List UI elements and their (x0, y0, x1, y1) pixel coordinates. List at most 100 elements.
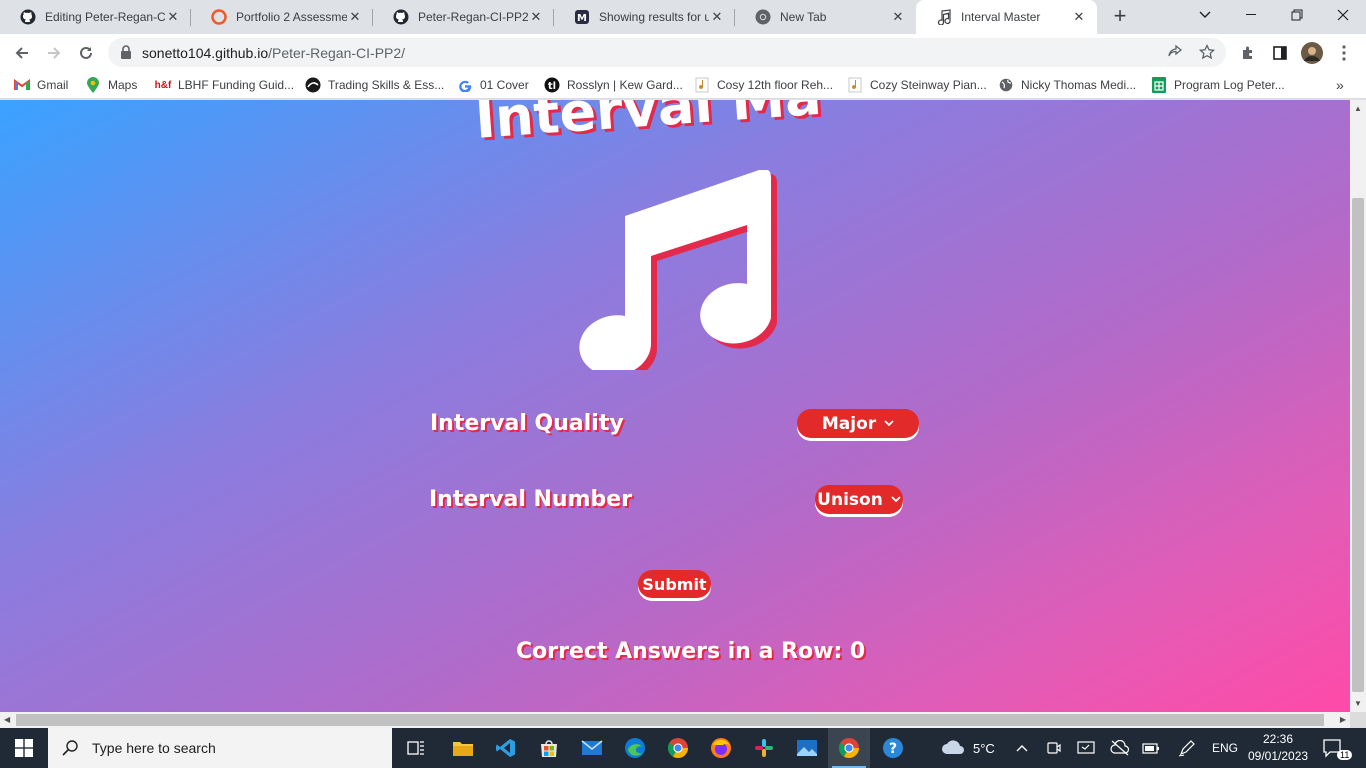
music-note-icon (847, 77, 863, 93)
new-tab-button[interactable]: + (1108, 5, 1132, 29)
interval-quality-select[interactable]: Major (797, 409, 919, 438)
file-explorer-icon[interactable] (442, 728, 484, 768)
windows-start-icon[interactable] (0, 728, 48, 768)
interval-quality-value: Major (821, 413, 877, 434)
reload-button[interactable] (72, 39, 100, 67)
page-viewport: Interval Ma Interval Quality Major Inter… (0, 100, 1350, 712)
tab-strip: Editing Peter-Regan-C ✕ Portfolio 2 Asse… (0, 0, 1366, 34)
bookmark-01-cover[interactable]: 01 Cover (457, 76, 529, 94)
share-icon[interactable] (1167, 44, 1183, 65)
music-note-icon (694, 77, 710, 93)
chrome-active-window-icon[interactable] (828, 728, 870, 768)
bookmark-label: Nicky Thomas Medi... (1021, 78, 1137, 92)
scroll-left-arrow-icon[interactable]: ◀ (4, 715, 10, 724)
extensions-icon[interactable] (1234, 39, 1262, 67)
close-icon[interactable]: ✕ (528, 9, 544, 25)
address-bar[interactable]: sonetto104.github.io/Peter-Regan-CI-PP2/ (108, 38, 1226, 67)
bookmarks-overflow-icon[interactable]: » (1336, 76, 1344, 94)
slack-icon[interactable] (743, 728, 785, 768)
display-icon[interactable] (1077, 740, 1095, 761)
tray-chevron-up-icon[interactable] (1015, 740, 1029, 758)
tab-peter-regan-repo[interactable]: Peter-Regan-CI-PP2/ir ✕ (373, 0, 554, 34)
bookmark-cosy-12th-floor[interactable]: Cosy 12th floor Reh... (694, 76, 833, 94)
task-view-icon[interactable] (395, 728, 437, 768)
mail-icon[interactable] (571, 728, 613, 768)
interval-number-label: Interval Number (429, 487, 633, 512)
bookmark-rosslyn[interactable]: tl Rosslyn | Kew Gard... (544, 76, 683, 94)
tab-editing-peter-regan[interactable]: Editing Peter-Regan-C ✕ (0, 0, 191, 34)
help-icon[interactable]: ? (872, 728, 914, 768)
bookmark-program-log[interactable]: Program Log Peter... (1151, 76, 1285, 94)
language-indicator[interactable]: ENG (1212, 741, 1238, 755)
vertical-scrollbar[interactable]: ▲ ▼ (1350, 100, 1366, 712)
bookmark-cozy-steinway[interactable]: Cozy Steinway Pian... (847, 76, 987, 94)
bookmark-label: LBHF Funding Guid... (178, 78, 295, 92)
github-icon (20, 9, 36, 25)
clock-time[interactable]: 22:36 (1263, 732, 1293, 746)
cloud-offline-icon[interactable] (1110, 739, 1130, 761)
chrome-icon[interactable] (657, 728, 699, 768)
interval-number-value: Unison (817, 489, 883, 510)
submit-button[interactable]: Submit (638, 570, 711, 598)
scroll-right-arrow-icon[interactable]: ▶ (1340, 715, 1346, 724)
close-icon[interactable]: ✕ (165, 9, 181, 25)
horizontal-scroll-thumb[interactable] (16, 714, 1324, 726)
battery-icon[interactable] (1142, 740, 1160, 761)
vscode-icon[interactable] (485, 728, 527, 768)
hf-logo-icon: h&f (154, 79, 172, 91)
profile-avatar[interactable] (1298, 39, 1326, 67)
weather-temperature[interactable]: 5°C (973, 741, 995, 756)
url-text[interactable]: sonetto104.github.io/Peter-Regan-CI-PP2/ (142, 45, 405, 61)
lock-icon[interactable] (120, 45, 132, 64)
clock-date[interactable]: 09/01/2023 (1248, 749, 1308, 763)
svg-text:tl: tl (548, 81, 556, 92)
menu-icon[interactable] (1330, 39, 1358, 67)
bookmark-label: 01 Cover (480, 78, 529, 92)
tab-title: Interval Master (961, 10, 1041, 24)
svg-text:?: ? (889, 741, 897, 757)
chevron-down-icon (891, 493, 901, 506)
side-panel-icon[interactable] (1266, 39, 1294, 67)
bookmark-star-icon[interactable] (1198, 43, 1216, 65)
scroll-up-arrow-icon[interactable]: ▲ (1354, 104, 1362, 113)
bookmark-lbhf[interactable]: h&f LBHF Funding Guid... (155, 76, 294, 94)
tab-search-chevron-icon[interactable] (1182, 0, 1228, 30)
tab-new-tab[interactable]: New Tab ✕ (735, 0, 916, 34)
tab-interval-master[interactable]: Interval Master ✕ (916, 0, 1097, 34)
bookmark-label: Cozy Steinway Pian... (870, 78, 987, 92)
scrollbar-corner (1350, 712, 1366, 728)
chevron-down-icon (884, 417, 894, 430)
bookmark-maps[interactable]: Maps (85, 76, 137, 94)
firefox-icon[interactable] (700, 728, 742, 768)
rosslyn-logo-icon: tl (544, 77, 560, 93)
close-icon[interactable]: ✕ (1071, 9, 1087, 25)
bookmark-label: Gmail (37, 78, 69, 92)
close-window-button[interactable] (1320, 0, 1366, 30)
microsoft-store-icon[interactable] (528, 728, 570, 768)
forward-button[interactable] (40, 39, 68, 67)
browser-toolbar: sonetto104.github.io/Peter-Regan-CI-PP2/ (0, 34, 1366, 71)
edge-icon[interactable] (614, 728, 656, 768)
vertical-scroll-thumb[interactable] (1352, 198, 1364, 692)
back-button[interactable] (8, 39, 36, 67)
globe-icon (998, 77, 1014, 93)
bookmark-gmail[interactable]: Gmail (14, 76, 68, 94)
tab-showing-results[interactable]: M Showing results for up ✕ (554, 0, 735, 34)
bookmark-nicky-thomas[interactable]: Nicky Thomas Medi... (998, 76, 1136, 94)
scroll-down-arrow-icon[interactable]: ▼ (1354, 699, 1362, 708)
photos-icon[interactable] (786, 728, 828, 768)
weather-cloud-icon[interactable] (940, 738, 966, 761)
restore-button[interactable] (1274, 0, 1320, 30)
url-path: /Peter-Regan-CI-PP2/ (268, 45, 406, 61)
tab-portfolio-assessment[interactable]: Portfolio 2 Assessmen ✕ (191, 0, 373, 34)
horizontal-scrollbar[interactable]: ◀ ▶ (0, 712, 1350, 728)
meet-now-icon[interactable] (1046, 740, 1062, 761)
taskbar-search-box[interactable]: Type here to search (48, 728, 392, 768)
pen-icon[interactable] (1178, 739, 1196, 762)
close-icon[interactable]: ✕ (890, 9, 906, 25)
bookmark-trading-skills[interactable]: Trading Skills & Ess... (305, 76, 444, 94)
close-icon[interactable]: ✕ (347, 9, 363, 25)
interval-number-select[interactable]: Unison (815, 485, 903, 514)
close-icon[interactable]: ✕ (709, 9, 725, 25)
minimize-button[interactable] (1228, 0, 1274, 30)
